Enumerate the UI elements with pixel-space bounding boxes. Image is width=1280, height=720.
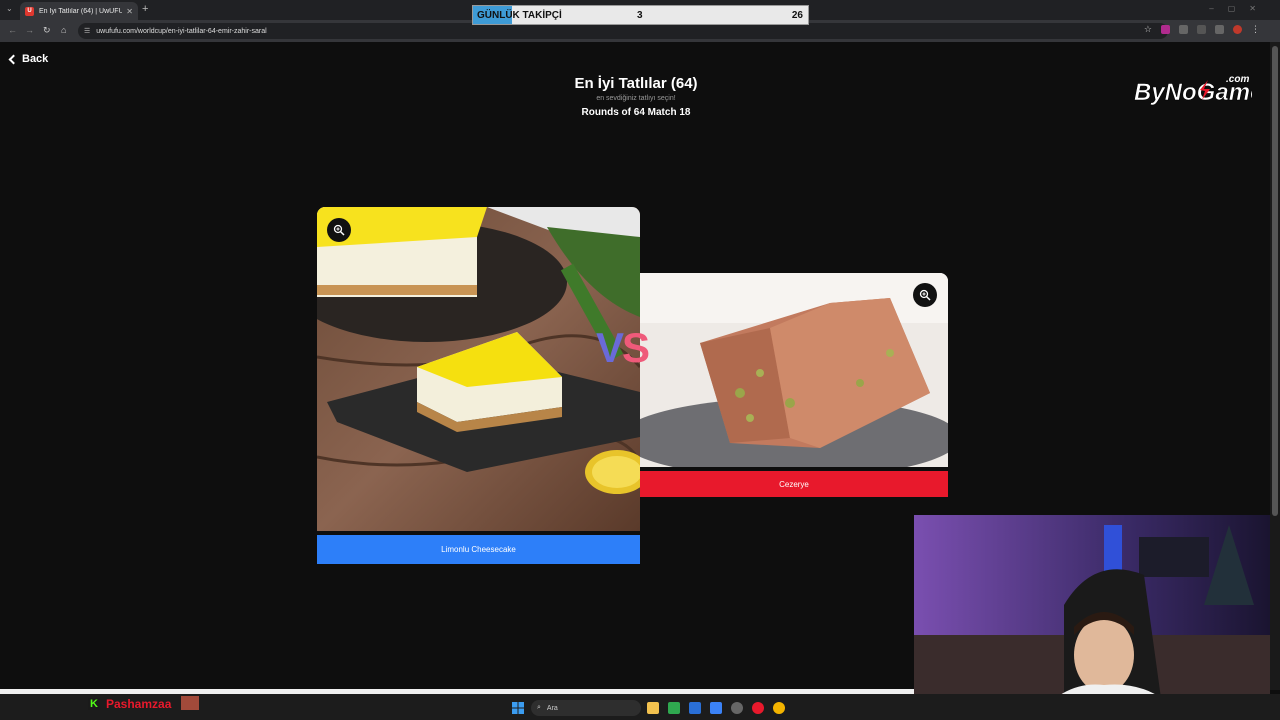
window-controls[interactable]: –▢✕ bbox=[1209, 4, 1270, 13]
chrome-icon[interactable] bbox=[773, 702, 785, 714]
settings-icon[interactable] bbox=[731, 702, 743, 714]
candidate-right-button[interactable]: Cezerye bbox=[640, 471, 948, 497]
streamer-webcam bbox=[914, 515, 1270, 720]
app-icon[interactable] bbox=[689, 702, 701, 714]
vs-badge: VS bbox=[596, 324, 650, 372]
vs-v: V bbox=[596, 324, 624, 371]
candidate-left-image[interactable] bbox=[317, 207, 640, 531]
browser-tab[interactable]: U En İyi Tatlılar (64) | UwUFUFU ✕ bbox=[20, 2, 138, 20]
cezerye-image bbox=[640, 273, 948, 467]
cheesecake-image bbox=[317, 207, 640, 531]
follower-goal-target: 26 bbox=[791, 10, 803, 21]
follower-goal-current: 3 bbox=[637, 10, 643, 21]
site-info-icon[interactable]: ☰ bbox=[84, 27, 90, 35]
platform-badge-icon: K bbox=[88, 698, 100, 710]
star-icon[interactable]: ☆ bbox=[1144, 25, 1152, 34]
candidate-right-image[interactable] bbox=[640, 273, 948, 467]
round-indicator: Rounds of 64 Match 18 bbox=[581, 107, 691, 118]
taskbar-search-label: Ara bbox=[546, 704, 558, 712]
new-tab-button[interactable]: + bbox=[142, 3, 148, 15]
url-text: uwufufu.com/worldcup/en-iyi-tatlilar-64-… bbox=[96, 27, 267, 35]
tab-menu-icon[interactable]: ⌄ bbox=[6, 4, 13, 13]
search-icon: ⌕ bbox=[537, 704, 541, 711]
extension-icon[interactable] bbox=[1197, 25, 1206, 34]
forward-arrow-icon[interactable]: → bbox=[25, 25, 34, 35]
webcam-overlay bbox=[914, 515, 1270, 720]
extension-icon[interactable] bbox=[1215, 25, 1224, 34]
page-scrollbar[interactable] bbox=[1270, 42, 1280, 690]
vs-s: S bbox=[622, 324, 650, 371]
back-button[interactable]: Back bbox=[8, 53, 49, 65]
tab-title: En İyi Tatlılar (64) | UwUFUFU bbox=[39, 7, 123, 15]
extension-icon[interactable] bbox=[1161, 25, 1170, 34]
scrollbar-thumb[interactable] bbox=[1272, 46, 1278, 516]
chat-message: K Pashamzaa bbox=[88, 697, 171, 711]
candidate-left-button[interactable]: Limonlu Cheesecake bbox=[317, 535, 640, 564]
page-title: En İyi Tatlılar (64) bbox=[574, 75, 698, 92]
spreadsheet-icon[interactable] bbox=[668, 702, 680, 714]
back-label: Back bbox=[22, 53, 49, 65]
zoom-in-icon[interactable] bbox=[913, 283, 937, 307]
zoom-in-icon[interactable] bbox=[327, 218, 351, 242]
media-icon[interactable] bbox=[752, 702, 764, 714]
sponsor-logo: ByNoGame .com bbox=[1134, 74, 1252, 106]
logo-suffix: .com bbox=[1226, 74, 1249, 85]
tab-close-icon[interactable]: ✕ bbox=[126, 7, 133, 16]
extension-icons: ☆ ⋮ bbox=[1144, 25, 1260, 34]
app-icon[interactable] bbox=[710, 702, 722, 714]
taskbar-apps bbox=[647, 702, 785, 714]
favicon-icon: U bbox=[25, 6, 34, 16]
file-explorer-icon[interactable] bbox=[647, 702, 659, 714]
chat-username: Pashamzaa bbox=[106, 697, 172, 711]
follower-goal-label: GÜNLÜK TAKİPÇİ bbox=[477, 9, 562, 21]
menu-dots-icon[interactable]: ⋮ bbox=[1251, 25, 1260, 34]
follower-goal-bar: GÜNLÜK TAKİPÇİ 3 26 bbox=[472, 5, 809, 25]
url-bar[interactable]: ☰ uwufufu.com/worldcup/en-iyi-tatlilar-6… bbox=[78, 23, 1168, 39]
home-icon[interactable]: ⌂ bbox=[61, 25, 66, 35]
extension-icon[interactable] bbox=[1179, 25, 1188, 34]
back-arrow-icon[interactable]: ← bbox=[8, 25, 17, 35]
page-subtitle: en sevdiğiniz tatlıyı seçin! bbox=[596, 95, 676, 102]
taskbar-search[interactable]: ⌕ Ara bbox=[531, 700, 641, 716]
windows-start-icon[interactable] bbox=[512, 702, 524, 714]
screen: ⌄ U En İyi Tatlılar (64) | UwUFUFU ✕ + –… bbox=[0, 0, 1280, 720]
reload-icon[interactable]: ↻ bbox=[43, 25, 51, 36]
profile-avatar[interactable] bbox=[1233, 25, 1242, 34]
back-chevron-icon bbox=[8, 54, 19, 64]
chat-avatar bbox=[181, 696, 199, 710]
